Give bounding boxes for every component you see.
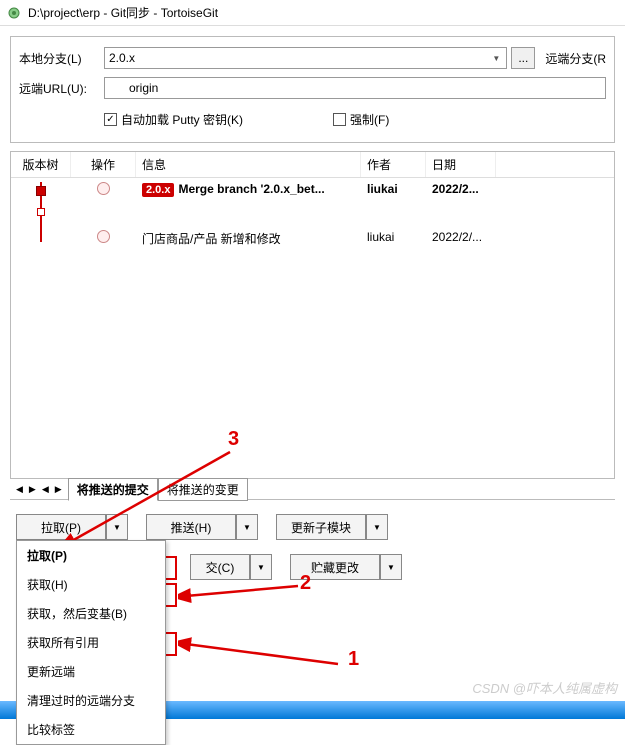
local-branch-combo[interactable]: 2.0.x ▼ xyxy=(104,47,507,69)
menu-fetch[interactable]: 获取(H) xyxy=(17,570,165,599)
submodule-dropdown-button[interactable]: ▼ xyxy=(366,514,388,540)
log-header: 版本树 操作 信息 作者 日期 xyxy=(11,152,614,178)
annotation-number: 1 xyxy=(348,648,359,671)
op-cell xyxy=(71,228,136,249)
tab-nav[interactable]: ◀▶◀▶ xyxy=(10,484,68,495)
menu-pull[interactable]: 拉取(P) xyxy=(17,541,165,570)
check-icon: ✓ xyxy=(104,113,117,126)
col-info[interactable]: 信息 xyxy=(136,152,361,177)
annotation-arrow-icon xyxy=(178,636,348,676)
author-cell: liukai xyxy=(361,228,426,249)
submodule-button-group: 更新子模块 ▼ xyxy=(276,514,388,540)
info-cell: 门店商品/产品 新增和修改 xyxy=(136,228,361,249)
tab-outgoing-commits[interactable]: 将推送的提交 xyxy=(68,478,158,501)
commit-log: 版本树 操作 信息 作者 日期 2.0.xMerge branch '2.0.x… xyxy=(10,151,615,479)
commit-row[interactable]: 门店商品/产品 新增和修改 liukai 2022/2/... xyxy=(11,226,614,251)
tab-bar: ◀▶◀▶ 将推送的提交 将推送的变更 xyxy=(10,478,615,500)
putty-checkbox[interactable]: ✓ 自动加载 Putty 密钥(K) xyxy=(104,111,243,128)
push-button-group: 推送(H) ▼ xyxy=(146,514,258,540)
pull-menu: 拉取(P) 获取(H) 获取，然后变基(B) 获取所有引用 更新远端 清理过时的… xyxy=(16,540,166,745)
pull-button-group: 拉取(P) ▼ 拉取(P) 获取(H) 获取，然后变基(B) 获取所有引用 更新… xyxy=(16,514,128,540)
branch-tag: 2.0.x xyxy=(142,183,174,197)
check-icon xyxy=(333,113,346,126)
info-cell: 2.0.xMerge branch '2.0.x_bet... xyxy=(136,180,361,224)
date-cell: 2022/2/... xyxy=(426,228,496,249)
col-author[interactable]: 作者 xyxy=(361,152,426,177)
menu-fetch-rebase[interactable]: 获取，然后变基(B) xyxy=(17,599,165,628)
local-branch-label: 本地分支(L) xyxy=(19,50,104,67)
remote-url-label: 远端URL(U): xyxy=(19,80,104,97)
app-icon xyxy=(6,5,22,21)
commit-button[interactable]: 交(C) xyxy=(190,554,250,580)
submodule-button[interactable]: 更新子模块 xyxy=(276,514,366,540)
push-dropdown-button[interactable]: ▼ xyxy=(236,514,258,540)
browse-button[interactable]: ... xyxy=(511,47,535,69)
pull-dropdown-button[interactable]: ▼ xyxy=(106,514,128,540)
commit-row[interactable]: 2.0.xMerge branch '2.0.x_bet... liukai 2… xyxy=(11,178,614,226)
tab-outgoing-changes[interactable]: 将推送的变更 xyxy=(158,478,248,501)
menu-prune[interactable]: 清理过时的远端分支 xyxy=(17,686,165,715)
col-op[interactable]: 操作 xyxy=(71,152,136,177)
window-title: D:\project\erp - Git同步 - TortoiseGit xyxy=(28,4,218,21)
push-button[interactable]: 推送(H) xyxy=(146,514,236,540)
menu-compare-tags[interactable]: 比较标签 xyxy=(17,715,165,744)
remote-url-combo[interactable]: origin xyxy=(104,77,606,99)
watermark: CSDN @吓本人纯属虚构 xyxy=(472,678,617,697)
stash-dropdown-button[interactable]: ▼ xyxy=(380,554,402,580)
commit-icon xyxy=(97,230,110,243)
date-cell: 2022/2... xyxy=(426,180,496,224)
author-cell: liukai xyxy=(361,180,426,224)
graph-cell xyxy=(11,180,71,224)
col-date[interactable]: 日期 xyxy=(426,152,496,177)
force-checkbox[interactable]: 强制(F) xyxy=(333,111,389,128)
op-cell xyxy=(71,180,136,224)
pull-button[interactable]: 拉取(P) xyxy=(16,514,106,540)
commit-dropdown-button[interactable]: ▼ xyxy=(250,554,272,580)
top-panel: 本地分支(L) 2.0.x ▼ ... 远端分支(R 远端URL(U): ori… xyxy=(10,36,615,143)
title-bar: D:\project\erp - Git同步 - TortoiseGit xyxy=(0,0,625,26)
remote-branch-label: 远端分支(R xyxy=(545,50,606,67)
menu-update-remote[interactable]: 更新远端 xyxy=(17,657,165,686)
stash-button[interactable]: 贮藏更改 xyxy=(290,554,380,580)
col-graph[interactable]: 版本树 xyxy=(11,152,71,177)
chevron-down-icon[interactable]: ▼ xyxy=(488,50,504,66)
commit-icon xyxy=(97,182,110,195)
menu-fetch-all[interactable]: 获取所有引用 xyxy=(17,628,165,657)
